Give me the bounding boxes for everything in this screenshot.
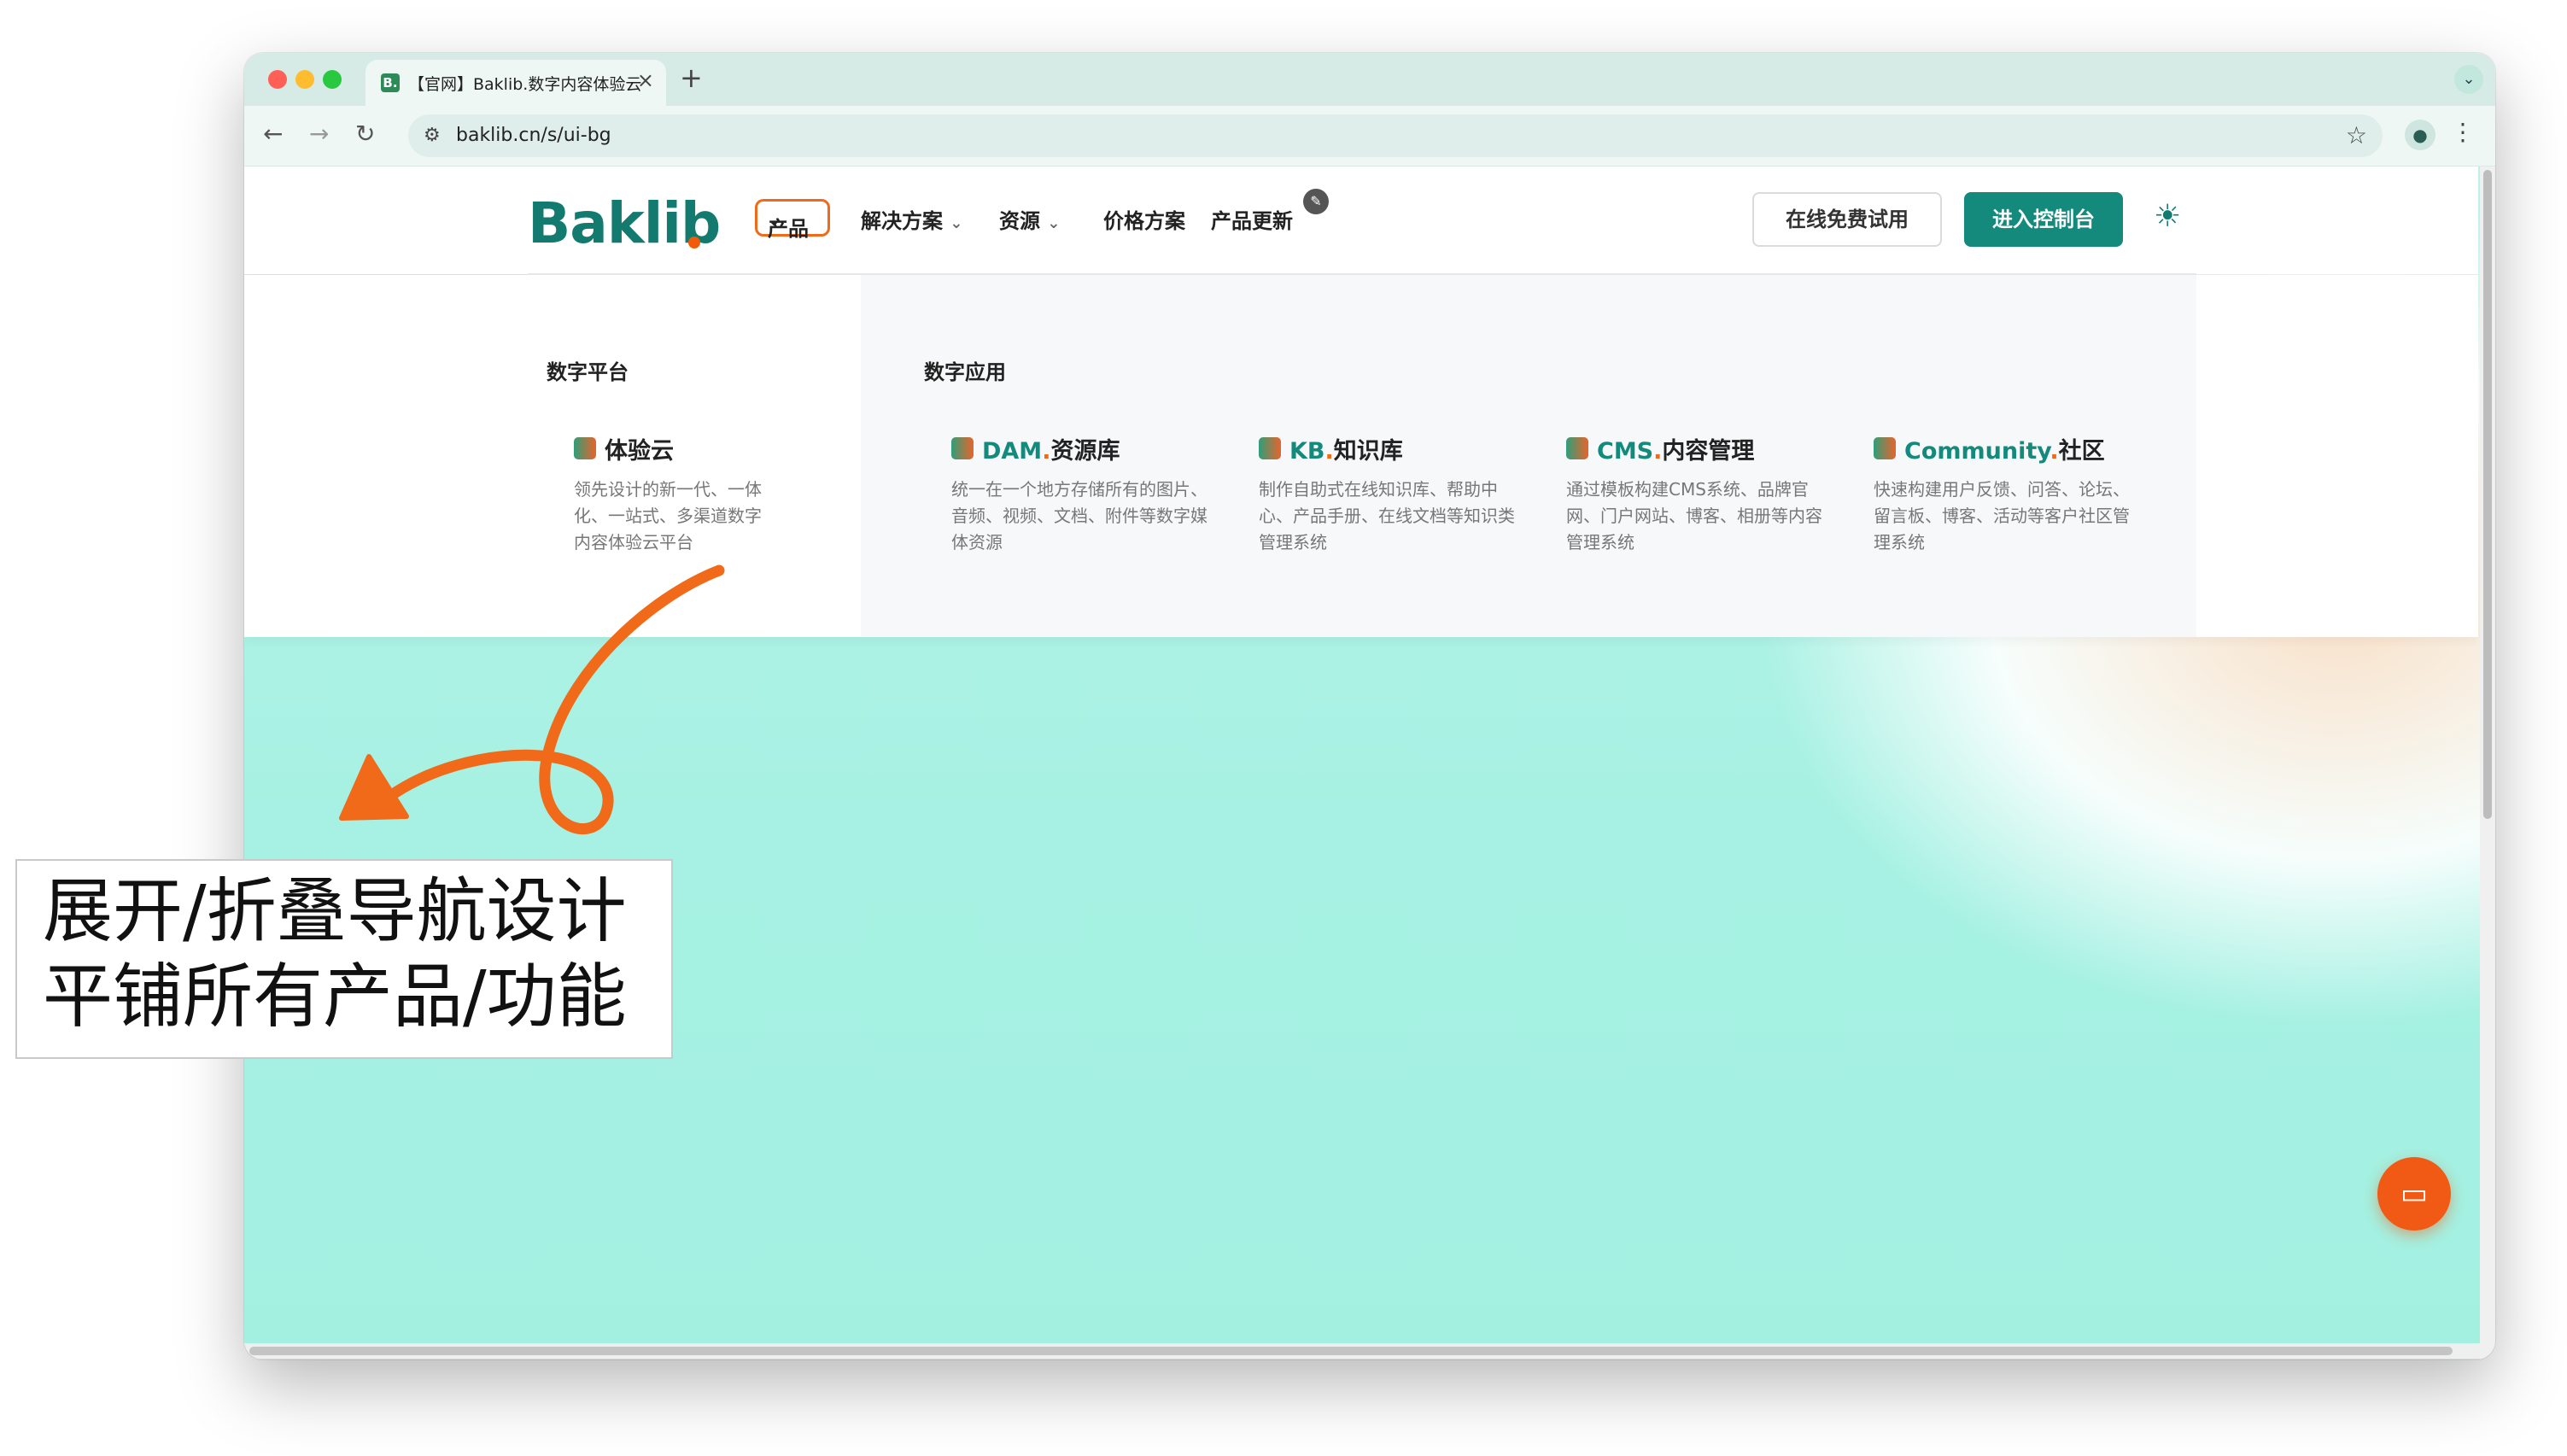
callout-line-2: 平铺所有产品/功能 xyxy=(43,956,627,1038)
callout-line-1: 展开/折叠导航设计 xyxy=(43,871,627,952)
annotation-arrow xyxy=(339,564,725,835)
annotation-callout: 展开/折叠导航设计 平铺所有产品/功能 xyxy=(15,859,673,1059)
